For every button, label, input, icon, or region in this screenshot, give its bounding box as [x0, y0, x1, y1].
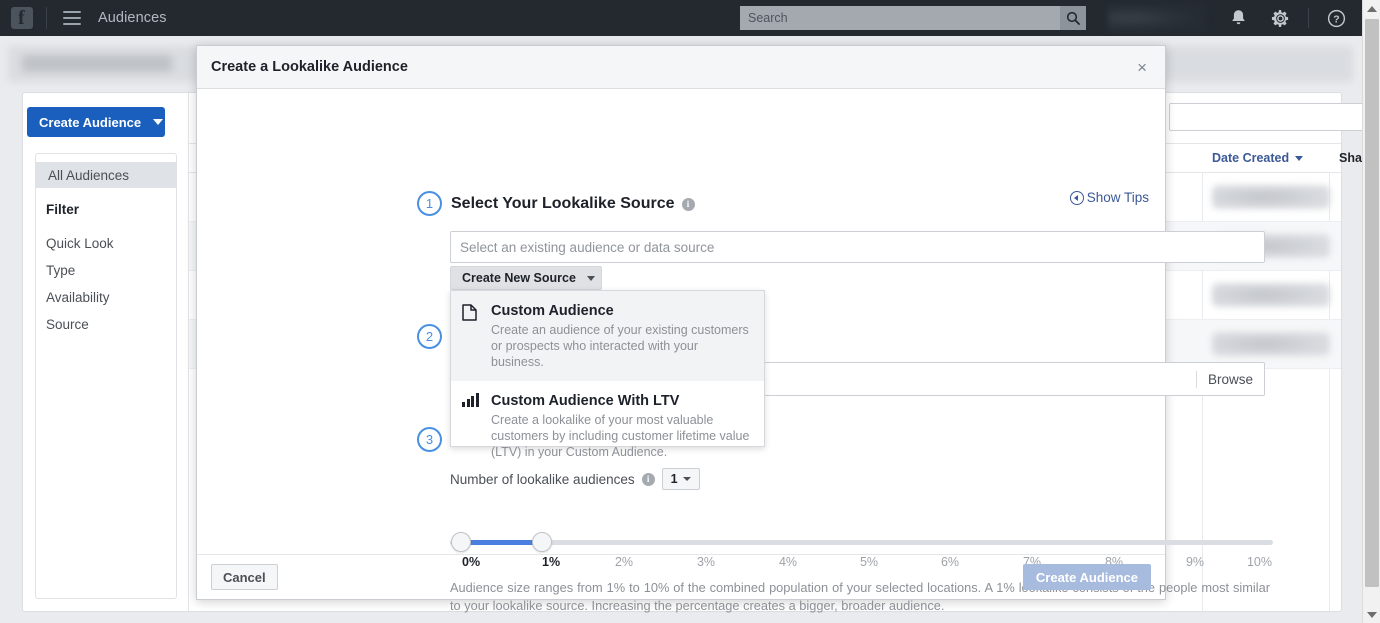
scrollbar-thumb[interactable] — [1365, 19, 1379, 587]
show-tips-link[interactable]: Show Tips — [1069, 190, 1149, 205]
create-audience-button[interactable]: Create Audience — [27, 107, 165, 137]
dialog-header: Create a Lookalike Audience × — [197, 46, 1165, 89]
create-new-source-menu: Custom Audience Create an audience of yo… — [450, 290, 765, 459]
dialog-title: Create a Lookalike Audience — [211, 59, 408, 75]
slider-track[interactable] — [450, 540, 1273, 545]
nav-divider-2 — [1308, 8, 1309, 28]
number-of-lookalike-audiences-select[interactable]: 1 — [661, 468, 700, 490]
user-avatar-and-name[interactable] — [1108, 3, 1206, 33]
cell-date-created — [1212, 283, 1330, 307]
audiences-sidebar: Create Audience All Audiences Filter Qui… — [23, 93, 189, 611]
menu-item-description: Create an audience of your existing cust… — [491, 323, 749, 369]
slider-handle-low[interactable] — [451, 532, 471, 552]
menu-item-custom-audience[interactable]: Custom Audience Create an audience of yo… — [451, 291, 764, 381]
top-navigation-bar: f Audiences Search ? — [0, 0, 1362, 36]
show-tips-label: Show Tips — [1086, 190, 1149, 205]
bell-icon — [1232, 9, 1245, 24]
gear-icon — [1271, 9, 1289, 27]
settings-button[interactable] — [1271, 9, 1290, 28]
hamburger-menu-icon[interactable] — [63, 11, 81, 25]
menu-item-title: Custom Audience With LTV — [491, 393, 680, 409]
sidebar-item-quick-look[interactable]: Quick Look — [46, 236, 114, 251]
number-of-lookalike-audiences-row: Number of lookalike audiences i 1 — [450, 468, 700, 490]
slider-tick-9: 9% — [1185, 555, 1205, 569]
dialog-body: 1 Select Your Lookalike Source i Show Ti… — [197, 89, 1273, 613]
slider-range-fill — [462, 540, 542, 545]
page-scrollbar[interactable] — [1362, 0, 1380, 623]
sort-descending-icon — [1295, 155, 1304, 161]
table-header-date-created[interactable]: Date Created — [1212, 151, 1304, 165]
search-input[interactable] — [740, 6, 1060, 30]
scroll-up-button[interactable] — [1363, 0, 1380, 17]
document-icon — [462, 302, 480, 370]
menu-item-text: Custom Audience With LTV Create a lookal… — [491, 392, 751, 460]
cell-date-created — [1212, 332, 1330, 356]
bar-chart-icon — [462, 392, 480, 460]
step-3-badge: 3 — [417, 427, 442, 452]
cancel-button-label: Cancel — [223, 569, 266, 585]
selected-value: 1 — [670, 472, 678, 486]
create-lookalike-audience-dialog: Create a Lookalike Audience × 1 Select Y… — [196, 45, 1273, 613]
create-new-source-button[interactable]: Create New Source — [450, 266, 602, 290]
search-button[interactable] — [1060, 6, 1086, 30]
info-icon[interactable]: i — [681, 197, 695, 211]
step-1-badge: 1 — [417, 191, 442, 216]
sidebar-filter-heading: Filter — [46, 202, 80, 217]
info-icon[interactable]: i — [641, 472, 655, 486]
close-icon[interactable]: × — [1133, 57, 1151, 78]
menu-item-text: Custom Audience Create an audience of yo… — [491, 302, 751, 370]
search-icon — [1066, 11, 1080, 25]
help-icon: ? — [1327, 9, 1346, 27]
create-new-source-label: Create New Source — [462, 271, 576, 285]
sidebar-item-source[interactable]: Source — [46, 317, 89, 332]
svg-text:?: ? — [1333, 14, 1339, 25]
sidebar-item-type[interactable]: Type — [46, 263, 75, 278]
slider-tick-10: 10% — [1246, 555, 1272, 569]
nav-divider — [46, 7, 47, 29]
page-title: Audiences — [98, 10, 167, 26]
browse-button[interactable]: Browse — [1197, 372, 1264, 387]
cancel-button[interactable]: Cancel — [211, 564, 278, 590]
scroll-down-button[interactable] — [1363, 606, 1380, 623]
triangle-down-icon — [1367, 611, 1377, 618]
lookalike-source-input[interactable] — [450, 231, 1265, 263]
app-root: f Audiences Search ? Create Audience All… — [0, 0, 1380, 623]
chevron-down-icon — [682, 477, 691, 481]
number-of-lookalike-audiences-label: Number of lookalike audiences — [450, 471, 635, 487]
triangle-up-icon — [1367, 5, 1377, 12]
chevron-down-icon — [153, 119, 164, 125]
step-2-badge: 2 — [417, 324, 442, 349]
sidebar-item-availability[interactable]: Availability — [46, 290, 110, 305]
sidebar-item-all-audiences[interactable]: All Audiences — [36, 162, 176, 188]
chevron-left-circle-icon — [1069, 190, 1084, 205]
sidebar-item-label: All Audiences — [48, 167, 130, 183]
table-search-box[interactable] — [1169, 103, 1380, 131]
help-button[interactable]: ? — [1327, 9, 1346, 28]
global-search — [740, 6, 1086, 30]
menu-item-title: Custom Audience — [491, 303, 614, 319]
cell-date-created — [1212, 185, 1330, 209]
chevron-down-icon — [586, 275, 595, 281]
menu-item-description: Create a lookalike of your most valuable… — [491, 413, 750, 459]
notifications-button[interactable] — [1230, 9, 1247, 28]
sidebar-filter-box: All Audiences Filter Quick Look Type Ava… — [35, 153, 177, 599]
create-audience-button-label: Create Audience — [39, 114, 142, 130]
dialog-footer: Cancel Create Audience — [197, 554, 1165, 599]
slider-handle-high[interactable] — [532, 532, 552, 552]
create-audience-submit-button[interactable]: Create Audience — [1022, 564, 1151, 590]
facebook-logo-icon[interactable]: f — [11, 7, 33, 29]
create-audience-submit-label: Create Audience — [1035, 569, 1138, 585]
step-1-title: Select Your Lookalike Source i — [451, 195, 695, 213]
facebook-logo-letter: f — [18, 7, 25, 29]
menu-item-custom-audience-with-ltv[interactable]: Custom Audience With LTV Create a lookal… — [451, 381, 764, 471]
